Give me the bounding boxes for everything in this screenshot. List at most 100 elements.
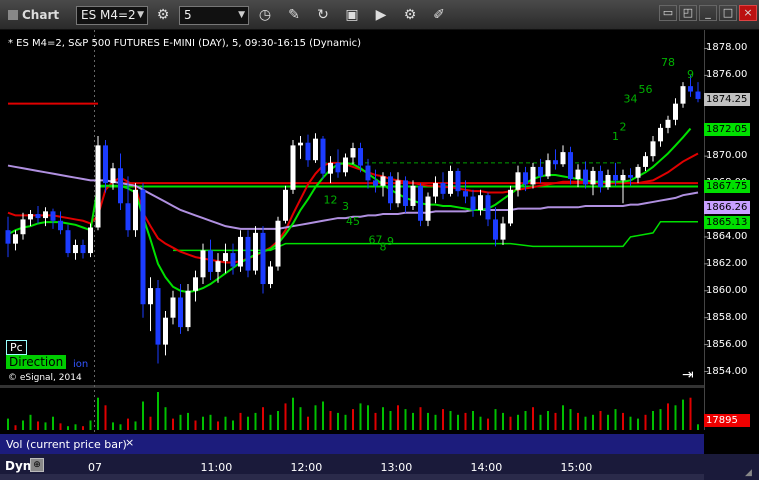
volume-bar-58 xyxy=(442,409,444,430)
candle-body-91 xyxy=(688,86,693,92)
volume-bar-69 xyxy=(524,411,527,430)
pc-badge[interactable]: Pc xyxy=(6,340,27,355)
volume-bar-36 xyxy=(277,411,279,430)
volume-bar-13 xyxy=(104,405,107,430)
volume-bar-28 xyxy=(217,421,219,430)
candle-body-73 xyxy=(553,160,558,165)
candle-body-12 xyxy=(95,145,101,228)
candle-body-45 xyxy=(343,157,348,173)
candle-body-19 xyxy=(148,288,153,305)
volume-bar-78 xyxy=(592,414,594,430)
candle-body-31 xyxy=(238,236,243,267)
volume-bar-24 xyxy=(187,412,189,430)
price-tag-1: 1872.05 xyxy=(704,122,750,136)
zoom-icon[interactable]: ⊕ xyxy=(30,458,44,472)
resize-grip-icon[interactable]: ◢ xyxy=(745,468,752,478)
volume-bar-47 xyxy=(359,403,362,430)
volume-bar-81 xyxy=(614,409,617,430)
candle-body-82 xyxy=(620,175,626,181)
candle-body-33 xyxy=(253,232,258,271)
time-scrollbar[interactable] xyxy=(0,474,704,480)
count-label-5: 9 xyxy=(387,235,394,248)
volume-bar-53 xyxy=(404,409,407,430)
volume-bar-29 xyxy=(224,416,227,430)
candle-body-37 xyxy=(283,189,288,221)
jump-to-end-icon[interactable]: ⇥ xyxy=(682,367,694,383)
volume-last-tag: 17895 xyxy=(704,414,750,427)
volume-bar-56 xyxy=(427,412,429,430)
volume-bar-51 xyxy=(389,411,392,430)
volume-bar-17 xyxy=(134,421,137,430)
count-label-9: 56 xyxy=(639,83,653,96)
candle-body-28 xyxy=(215,261,221,272)
volume-bar-26 xyxy=(202,416,204,430)
candle-body-87 xyxy=(658,127,663,142)
direction-badge-tail: ion xyxy=(73,359,89,370)
candle-body-46 xyxy=(350,148,356,158)
count-label-10: 78 xyxy=(661,56,675,69)
volume-bar-62 xyxy=(472,411,474,430)
volume-bar-66 xyxy=(502,412,504,430)
direction-badge[interactable]: Direction xyxy=(6,355,67,369)
volume-bar-7 xyxy=(59,423,62,430)
volume-bar-2 xyxy=(22,420,24,430)
candle-body-80 xyxy=(605,175,611,188)
candle-body-55 xyxy=(418,185,423,221)
candle-body-36 xyxy=(275,220,281,267)
volume-bar-61 xyxy=(464,412,467,430)
chart-header: * ES M4=2, S&P 500 FUTURES E-MINI (DAY),… xyxy=(8,38,362,49)
volume-bar-72 xyxy=(547,411,549,430)
candle-body-49 xyxy=(373,180,378,186)
xtick-label-1: 11:00 xyxy=(200,461,233,474)
count-label-6: 1 xyxy=(612,130,619,143)
volume-bar-12 xyxy=(97,397,99,430)
volume-bar-20 xyxy=(157,392,159,430)
volume-bar-16 xyxy=(127,418,129,430)
candle-body-35 xyxy=(268,266,273,285)
candle-body-64 xyxy=(485,195,491,220)
candle-body-81 xyxy=(613,175,618,181)
series-line-2 xyxy=(7,127,692,294)
candle-body-79 xyxy=(598,170,603,188)
candle-body-52 xyxy=(395,180,401,204)
candle-body-10 xyxy=(80,245,86,254)
count-label-8: 34 xyxy=(624,92,638,105)
volume-bar-23 xyxy=(179,414,182,430)
candle-body-53 xyxy=(403,180,408,206)
ytick-label-9: 1860.00 xyxy=(706,284,748,296)
volume-bar-70 xyxy=(532,407,534,430)
candle-body-70 xyxy=(530,166,536,185)
volume-bar-34 xyxy=(262,407,264,430)
candle-body-20 xyxy=(155,288,161,345)
candle-body-88 xyxy=(665,119,671,128)
candle-body-51 xyxy=(388,176,393,204)
xtick-label-2: 12:00 xyxy=(290,461,323,474)
xtick-label-5: 15:00 xyxy=(560,461,593,474)
candle-body-4 xyxy=(35,214,41,219)
volume-bar-50 xyxy=(382,407,384,430)
volume-bar-43 xyxy=(329,411,332,430)
volume-bar-48 xyxy=(367,405,369,430)
volume-bar-65 xyxy=(494,409,497,430)
candle-body-39 xyxy=(298,142,303,146)
count-label-1: 3 xyxy=(342,200,349,213)
price-tag-2: 1867.75 xyxy=(704,180,750,194)
volume-bar-71 xyxy=(539,414,542,430)
volume-bar-30 xyxy=(232,420,234,430)
candle-body-62 xyxy=(470,196,476,210)
candle-body-43 xyxy=(328,162,333,174)
volume-bar-46 xyxy=(352,409,354,430)
xtick-label-0: 07 xyxy=(88,461,102,474)
candle-body-56 xyxy=(425,196,431,221)
volume-bar-87 xyxy=(659,409,662,430)
candle-body-18 xyxy=(140,189,146,305)
candle-body-22 xyxy=(170,297,176,318)
volume-bar-35 xyxy=(269,414,272,430)
candle-body-89 xyxy=(673,103,678,120)
volume-bar-75 xyxy=(569,409,572,430)
candle-body-38 xyxy=(290,145,296,190)
volume-bar-6 xyxy=(52,416,54,430)
volume-close-button[interactable]: × xyxy=(125,436,134,449)
candle-body-34 xyxy=(260,232,266,285)
ytick-label-0: 1878.00 xyxy=(706,42,748,54)
